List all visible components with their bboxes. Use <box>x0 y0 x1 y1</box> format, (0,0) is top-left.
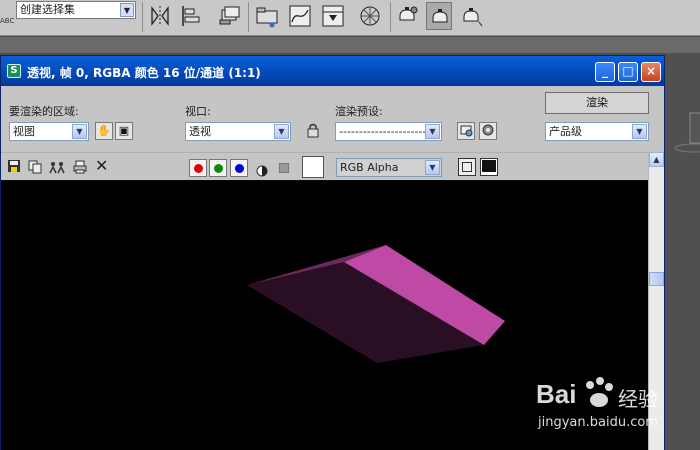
clear-image-icon[interactable]: ✕ <box>95 158 108 174</box>
render-preset-value: ---------------------- <box>339 125 427 138</box>
blue-channel-toggle[interactable] <box>230 159 248 177</box>
alpha-channel-icon[interactable] <box>256 162 268 181</box>
toolbar-separator <box>248 2 249 32</box>
chevron-down-icon[interactable]: ▼ <box>120 3 134 17</box>
render-controls-panel: 要渲染的区域: 视图 ▼ ✋ ▣ 视口: 透视 ▼ 渲染预设: --------… <box>1 86 664 152</box>
copy-image-icon[interactable] <box>28 159 42 178</box>
area-to-render-dropdown[interactable]: 视图 ▼ <box>9 122 89 141</box>
window-title: 透视, 帧 0, RGBA 颜色 16 位/通道 (1:1) <box>27 66 261 80</box>
watermark-suffix: 经验 <box>618 387 658 411</box>
monochrome-icon[interactable] <box>279 163 289 173</box>
chevron-down-icon[interactable]: ▼ <box>425 160 440 175</box>
red-channel-toggle[interactable] <box>189 159 207 177</box>
chevron-down-icon[interactable]: ▼ <box>425 124 440 139</box>
paw-logo-icon <box>586 377 613 407</box>
close-button[interactable]: × <box>641 62 661 82</box>
blue-dot-icon <box>235 164 244 173</box>
scroll-up-icon[interactable]: ▲ <box>649 152 664 167</box>
schematic-view-icon[interactable] <box>254 2 280 30</box>
viewport-label: 视口: <box>185 105 211 118</box>
toolbar-separator <box>142 2 143 32</box>
render-frame-icon[interactable] <box>426 2 452 30</box>
render-preset-label: 渲染预设: <box>335 105 383 118</box>
minimize-button[interactable]: _ <box>595 62 615 82</box>
environment-effects-icon[interactable] <box>479 122 497 140</box>
render-setup-icon[interactable] <box>394 2 420 30</box>
baidu-jingyan-watermark: Bai 经验 jingyan.baidu.com <box>536 375 696 445</box>
maximize-button[interactable]: □ <box>618 62 638 82</box>
display-channel-dropdown[interactable]: RGB Alpha ▼ <box>336 158 442 177</box>
align-icon[interactable] <box>178 2 204 30</box>
print-image-icon[interactable] <box>73 159 87 178</box>
selection-set-dropdown[interactable]: 创建选择集 ▼ <box>16 1 136 19</box>
toggle-ui-icon[interactable] <box>480 158 498 176</box>
chevron-down-icon[interactable]: ▼ <box>632 124 647 139</box>
window-titlebar[interactable]: S 透视, 帧 0, RGBA 颜色 16 位/通道 (1:1) _ □ × <box>1 56 664 86</box>
watermark-url: jingyan.baidu.com <box>538 415 658 430</box>
material-editor-icon[interactable] <box>357 2 383 30</box>
render-quality-dropdown[interactable]: 产品级 ▼ <box>545 122 649 141</box>
curve-editor-icon[interactable] <box>287 2 313 30</box>
area-to-render-value: 视图 <box>13 125 35 138</box>
selection-set-value: 创建选择集 <box>20 3 75 16</box>
green-channel-toggle[interactable] <box>209 159 227 177</box>
toggle-ui-overlay-icon[interactable] <box>458 158 476 176</box>
channel-toolbar: ✕ RGB Alpha ▼ <box>1 152 664 180</box>
save-image-icon[interactable] <box>7 159 21 176</box>
watermark-brand: Bai <box>536 379 577 409</box>
render-setup-small-icon[interactable] <box>457 122 475 140</box>
color-swatch[interactable] <box>302 156 324 178</box>
lock-icon[interactable] <box>304 122 322 140</box>
abc-label: ABC <box>0 17 15 25</box>
area-to-render-label: 要渲染的区域: <box>9 105 79 118</box>
scrollbar-thumb[interactable] <box>649 272 664 286</box>
mirror-icon[interactable] <box>147 2 173 30</box>
render-quality-value: 产品级 <box>549 125 582 138</box>
quick-render-icon[interactable] <box>458 2 484 30</box>
toolbar-separator <box>390 2 391 32</box>
render-preset-dropdown[interactable]: ---------------------- ▼ <box>335 122 442 141</box>
pan-hand-icon[interactable]: ✋ <box>95 122 113 140</box>
edit-region-icon[interactable]: ▣ <box>115 122 133 140</box>
toolbar-bottom-strip <box>0 37 700 53</box>
viewport-dropdown[interactable]: 透视 ▼ <box>185 122 291 141</box>
chevron-down-icon[interactable]: ▼ <box>274 124 289 139</box>
green-dot-icon <box>214 164 223 173</box>
clone-window-icon[interactable] <box>49 159 65 178</box>
display-channel-value: RGB Alpha <box>340 161 399 174</box>
layer-manager-icon[interactable] <box>216 2 242 30</box>
chevron-down-icon[interactable]: ▼ <box>72 124 87 139</box>
app-icon: S <box>7 64 21 78</box>
viewport-value: 透视 <box>189 125 211 138</box>
red-dot-icon <box>194 164 203 173</box>
main-toolbar: ABC 创建选择集 ▼ <box>0 0 700 36</box>
dope-sheet-icon[interactable] <box>320 2 346 30</box>
render-button[interactable]: 渲染 <box>545 92 649 114</box>
